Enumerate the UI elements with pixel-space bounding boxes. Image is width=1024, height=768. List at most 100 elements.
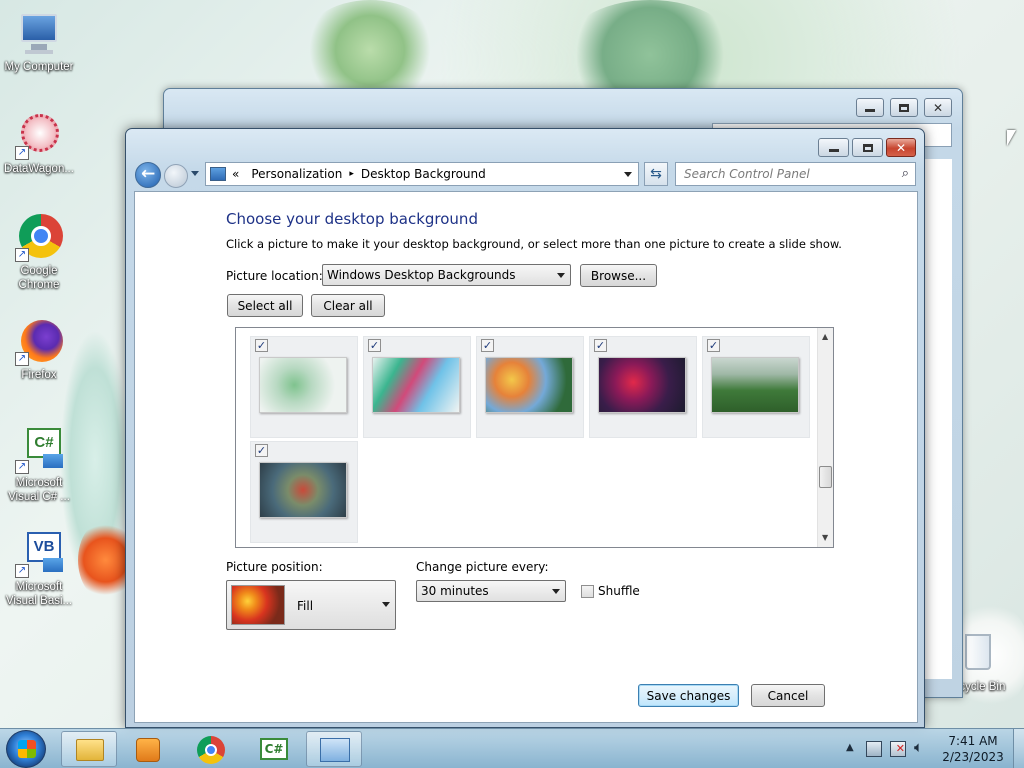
picture-position-label: Picture position:	[226, 560, 323, 574]
thumbnail-image	[711, 357, 799, 413]
desktop-icon-firefox[interactable]: ↗ Firefox	[1, 318, 77, 382]
desktop-icon-label: DataWagon...	[4, 163, 74, 175]
picture-location-value: Windows Desktop Backgrounds	[327, 268, 516, 282]
breadcrumb-overflow[interactable]: «	[232, 167, 239, 181]
wallpaper-thumbnail[interactable]: ✓	[250, 336, 358, 438]
visual-csharp-icon: C# ↗	[15, 426, 63, 474]
refresh-button[interactable]: ⇆	[644, 162, 668, 186]
scrollbar-thumb[interactable]	[819, 466, 832, 488]
thumbnail-checkbox[interactable]: ✓	[707, 339, 720, 352]
thumbnail-checkbox[interactable]: ✓	[255, 339, 268, 352]
thumbnail-image	[598, 357, 686, 413]
media-player-icon	[136, 738, 160, 762]
clock-time: 7:41 AM	[948, 734, 998, 748]
action-center-icon[interactable]: ✕	[890, 741, 906, 757]
search-placeholder: Search Control Panel	[684, 167, 810, 181]
search-icon[interactable]: ⌕	[902, 166, 909, 181]
address-dropdown-icon[interactable]	[624, 172, 632, 177]
forward-button[interactable]	[164, 164, 188, 188]
wallpaper-thumbnail[interactable]: ✓	[250, 441, 358, 543]
taskbar-visual-csharp[interactable]: C#	[247, 731, 303, 767]
change-picture-value: 30 minutes	[421, 584, 489, 598]
search-input[interactable]: Search Control Panel ⌕	[675, 162, 916, 186]
thumbnail-image	[485, 357, 573, 413]
taskbar-control-panel[interactable]	[306, 731, 362, 767]
desktop-icon-datawagon[interactable]: ↗ DataWagon...	[1, 112, 77, 176]
desktop-icon-visual-csharp[interactable]: C# ↗ Microsoft Visual C# ...	[1, 426, 77, 504]
wallpaper-thumbnail[interactable]: ✓	[476, 336, 584, 438]
page-title: Choose your desktop background	[226, 210, 478, 228]
recent-pages-dropdown[interactable]	[191, 171, 199, 176]
wallpaper-thumbnail[interactable]: ✓	[363, 336, 471, 438]
picture-position-select[interactable]: Fill	[226, 580, 396, 630]
datawagon-icon: ↗	[15, 112, 63, 160]
thumbnail-checkbox[interactable]: ✓	[368, 339, 381, 352]
page-description: Click a picture to make it your desktop …	[226, 237, 842, 251]
shortcut-arrow-icon: ↗	[15, 460, 29, 474]
maximize-icon	[862, 143, 873, 152]
back-button[interactable]: ←	[135, 162, 161, 188]
breadcrumb-personalization[interactable]: Personalization	[251, 167, 342, 181]
desktop-background-window[interactable]: ✕ ← « Personalization ▸ Desktop Backgrou…	[125, 128, 925, 728]
clock[interactable]: 7:41 AM 2/23/2023	[938, 733, 1008, 765]
clear-all-button[interactable]: Clear all	[311, 294, 385, 317]
wallpaper-thumbnail[interactable]: ✓	[702, 336, 810, 438]
wallpaper-gallery[interactable]: ✓ ✓ ✓ ✓ ✓ ✓ ▲ ▼	[235, 327, 834, 548]
clock-date: 2/23/2023	[942, 750, 1004, 764]
save-changes-button[interactable]: Save changes	[638, 684, 739, 707]
mouse-cursor-icon	[1007, 130, 1016, 146]
minimize-button[interactable]	[856, 98, 884, 117]
minimize-icon	[865, 108, 875, 112]
desktop-icon-my-computer[interactable]: My Computer	[1, 10, 77, 74]
start-button[interactable]	[6, 730, 46, 768]
change-picture-label: Change picture every:	[416, 560, 549, 574]
thumbnail-checkbox[interactable]: ✓	[481, 339, 494, 352]
scroll-down-icon[interactable]: ▼	[822, 533, 828, 542]
picture-location-select[interactable]: Windows Desktop Backgrounds	[322, 264, 571, 286]
shuffle-label: Shuffle	[598, 584, 640, 598]
breadcrumb-separator-icon[interactable]: ▸	[349, 169, 354, 179]
content-pane	[924, 159, 952, 679]
show-hidden-icons-icon[interactable]: ▲	[846, 742, 854, 753]
change-picture-select[interactable]: 30 minutes	[416, 580, 566, 602]
cancel-button[interactable]: Cancel	[751, 684, 825, 707]
scroll-up-icon[interactable]: ▲	[822, 332, 828, 341]
close-button[interactable]: ✕	[924, 98, 952, 117]
maximize-button[interactable]	[852, 138, 883, 157]
browse-button[interactable]: Browse...	[580, 264, 657, 287]
computer-icon	[15, 10, 63, 58]
wallpaper-thumbnail[interactable]: ✓	[589, 336, 697, 438]
address-bar[interactable]: « Personalization ▸ Desktop Background	[205, 162, 639, 186]
chevron-down-icon	[557, 273, 565, 278]
desktop-icon-label: Microsoft Visual C# ...	[8, 477, 70, 503]
breadcrumb-desktop-background[interactable]: Desktop Background	[361, 167, 486, 181]
thumbnail-image	[372, 357, 460, 413]
thumbnail-checkbox[interactable]: ✓	[594, 339, 607, 352]
thumbnail-image	[259, 357, 347, 413]
shortcut-arrow-icon: ↗	[15, 352, 29, 366]
taskbar-chrome[interactable]	[184, 731, 240, 767]
desktop-icon-google-chrome[interactable]: ↗ Google Chrome	[1, 214, 77, 292]
show-desktop-button[interactable]	[1013, 729, 1024, 768]
close-icon: ✕	[932, 100, 944, 115]
shuffle-checkbox[interactable]	[581, 585, 594, 598]
select-all-button[interactable]: Select all	[227, 294, 303, 317]
desktop-icon-label: Google Chrome	[18, 265, 60, 291]
desktop-icon-visual-basic[interactable]: VB ↗ Microsoft Visual Basi...	[1, 530, 77, 608]
thumbnail-image	[259, 462, 347, 518]
close-button[interactable]: ✕	[886, 138, 916, 157]
volume-icon[interactable]: 🔈︎	[914, 738, 923, 756]
network-icon[interactable]	[866, 741, 882, 757]
taskbar-explorer[interactable]	[61, 731, 117, 767]
minimize-icon	[828, 148, 839, 152]
thumbnail-checkbox[interactable]: ✓	[255, 444, 268, 457]
gallery-scrollbar[interactable]: ▲ ▼	[817, 328, 833, 547]
maximize-button[interactable]	[890, 98, 918, 117]
desktop-icon-label: My Computer	[4, 61, 74, 73]
firefox-icon: ↗	[15, 318, 63, 366]
minimize-button[interactable]	[818, 138, 849, 157]
picture-position-value: Fill	[297, 599, 314, 613]
taskbar-media-player[interactable]	[121, 731, 177, 767]
control-panel-icon	[210, 167, 226, 181]
chrome-icon: ↗	[15, 214, 63, 262]
